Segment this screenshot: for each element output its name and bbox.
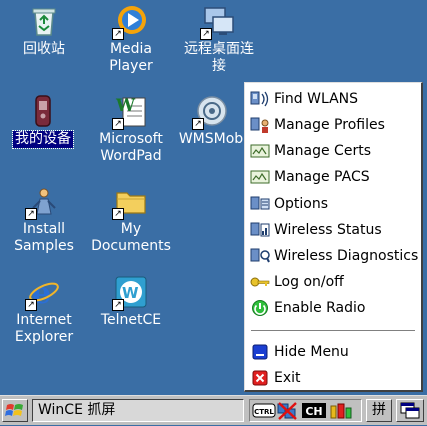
taskbar-task-wince-capture[interactable]: WinCE 抓屏 — [32, 399, 244, 422]
desktop-icon-wmsmob[interactable]: ↗ WMSMob — [176, 94, 246, 148]
desktop-icon-wordpad[interactable]: W ↗ Microsoft WordPad — [88, 94, 174, 165]
menu-item-find-wlans[interactable]: Find WLANS — [247, 86, 419, 112]
wireless-status-icon — [250, 221, 270, 239]
remote-desktop-icon: ↗ — [200, 4, 236, 40]
desktop-icon-label: My Documents — [91, 221, 171, 254]
svg-text:W: W — [115, 96, 136, 116]
shortcut-arrow-icon: ↗ — [112, 299, 124, 311]
ctrl-key-indicator-icon[interactable]: CTRL — [252, 403, 276, 418]
options-icon — [250, 195, 270, 213]
svg-text:W: W — [122, 284, 139, 302]
taskbar: WinCE 抓屏 CTRL CH 拼 — [0, 395, 427, 425]
desktop-icon-label: Install Samples — [14, 221, 74, 254]
shortcut-arrow-icon: ↗ — [192, 118, 204, 130]
desktop-icon-telnetce[interactable]: W ↗ TelnetCE — [88, 275, 174, 329]
shortcut-arrow-icon: ↗ — [112, 118, 124, 130]
desktop-icon-label: 回收站 — [23, 41, 65, 57]
show-desktop-button[interactable] — [396, 399, 424, 422]
show-desktop-icon — [400, 402, 420, 419]
desktop-icon-internet-explorer[interactable]: e ↗ Internet Explorer — [1, 275, 87, 346]
manage-pacs-icon — [250, 168, 270, 186]
recycle-bin-icon — [27, 4, 61, 38]
install-samples-icon: ↗ — [25, 184, 61, 220]
ctrl-key-label: CTRL — [254, 408, 274, 416]
menu-item-options[interactable]: Options — [247, 191, 419, 217]
wordpad-icon: W ↗ — [112, 94, 148, 130]
menu-separator — [251, 330, 415, 332]
network-disconnected-icon[interactable] — [277, 402, 297, 420]
menu-item-hide-menu[interactable]: Hide Menu — [247, 339, 419, 365]
wireless-diagnostics-icon — [250, 247, 270, 265]
shortcut-arrow-icon: ↗ — [25, 208, 37, 220]
shortcut-arrow-icon: ↗ — [112, 28, 124, 40]
ime-pinyin-button[interactable]: 拼 — [366, 399, 392, 422]
wmsmob-icon: ↗ — [192, 94, 228, 130]
manage-certs-icon — [250, 142, 270, 160]
start-button[interactable] — [2, 399, 28, 422]
wireless-signal-icon[interactable] — [330, 403, 352, 419]
exit-icon — [250, 369, 270, 387]
menu-item-wireless-diagnostics[interactable]: Wireless Diagnostics — [247, 243, 419, 269]
desktop-icon-my-documents[interactable]: ↗ My Documents — [88, 184, 174, 255]
desktop-icon-install-samples[interactable]: ↗ Install Samples — [1, 184, 87, 255]
input-language-label: CH — [305, 405, 322, 418]
hide-menu-icon — [250, 343, 270, 361]
desktop-icon-label: WMSMob — [178, 131, 244, 147]
telnetce-icon: W ↗ — [112, 275, 148, 311]
menu-item-log-on-off[interactable]: Log on/off — [247, 269, 419, 295]
power-icon — [250, 299, 270, 317]
folder-icon: ↗ — [112, 184, 148, 220]
desktop-icon-remote-desktop[interactable]: ↗ 远程桌面连 接 — [176, 4, 262, 75]
desktop-icon-label: 我的设备 — [12, 130, 74, 149]
wireless-context-menu: Find WLANS Manage Profiles Manage Certs … — [244, 82, 423, 392]
desktop-icon-label: Microsoft WordPad — [99, 131, 163, 164]
menu-item-manage-certs[interactable]: Manage Certs — [247, 138, 419, 164]
menu-item-wireless-status[interactable]: Wireless Status — [247, 217, 419, 243]
desktop-icon-label: Media Player — [109, 41, 153, 74]
desktop-icon-label: TelnetCE — [100, 312, 162, 328]
desktop-icon-label: 远程桌面连 接 — [184, 41, 254, 74]
input-language-indicator-icon[interactable]: CH — [302, 403, 326, 418]
internet-explorer-icon: e ↗ — [25, 275, 61, 311]
desktop-icon-media-player[interactable]: ↗ Media Player — [88, 4, 174, 75]
desktop-icon-label: Internet Explorer — [14, 312, 74, 345]
media-player-icon: ↗ — [112, 4, 148, 40]
manage-profiles-icon — [250, 116, 270, 134]
menu-item-exit[interactable]: Exit — [247, 365, 419, 391]
shortcut-arrow-icon: ↗ — [200, 28, 212, 40]
find-wlans-icon — [250, 90, 270, 108]
desktop-icon-recycle-bin[interactable]: 回收站 — [1, 4, 87, 58]
windows-logo-icon — [5, 404, 23, 416]
shortcut-arrow-icon: ↗ — [112, 208, 124, 220]
menu-item-manage-profiles[interactable]: Manage Profiles — [247, 112, 419, 138]
menu-item-enable-radio[interactable]: Enable Radio — [247, 295, 419, 321]
key-icon — [250, 273, 270, 291]
system-tray: CTRL CH — [249, 399, 362, 422]
desktop-icon-my-device[interactable]: 我的设备 — [0, 94, 86, 149]
my-device-icon — [26, 94, 60, 128]
menu-item-manage-pacs[interactable]: Manage PACS — [247, 164, 419, 190]
shortcut-arrow-icon: ↗ — [25, 299, 37, 311]
